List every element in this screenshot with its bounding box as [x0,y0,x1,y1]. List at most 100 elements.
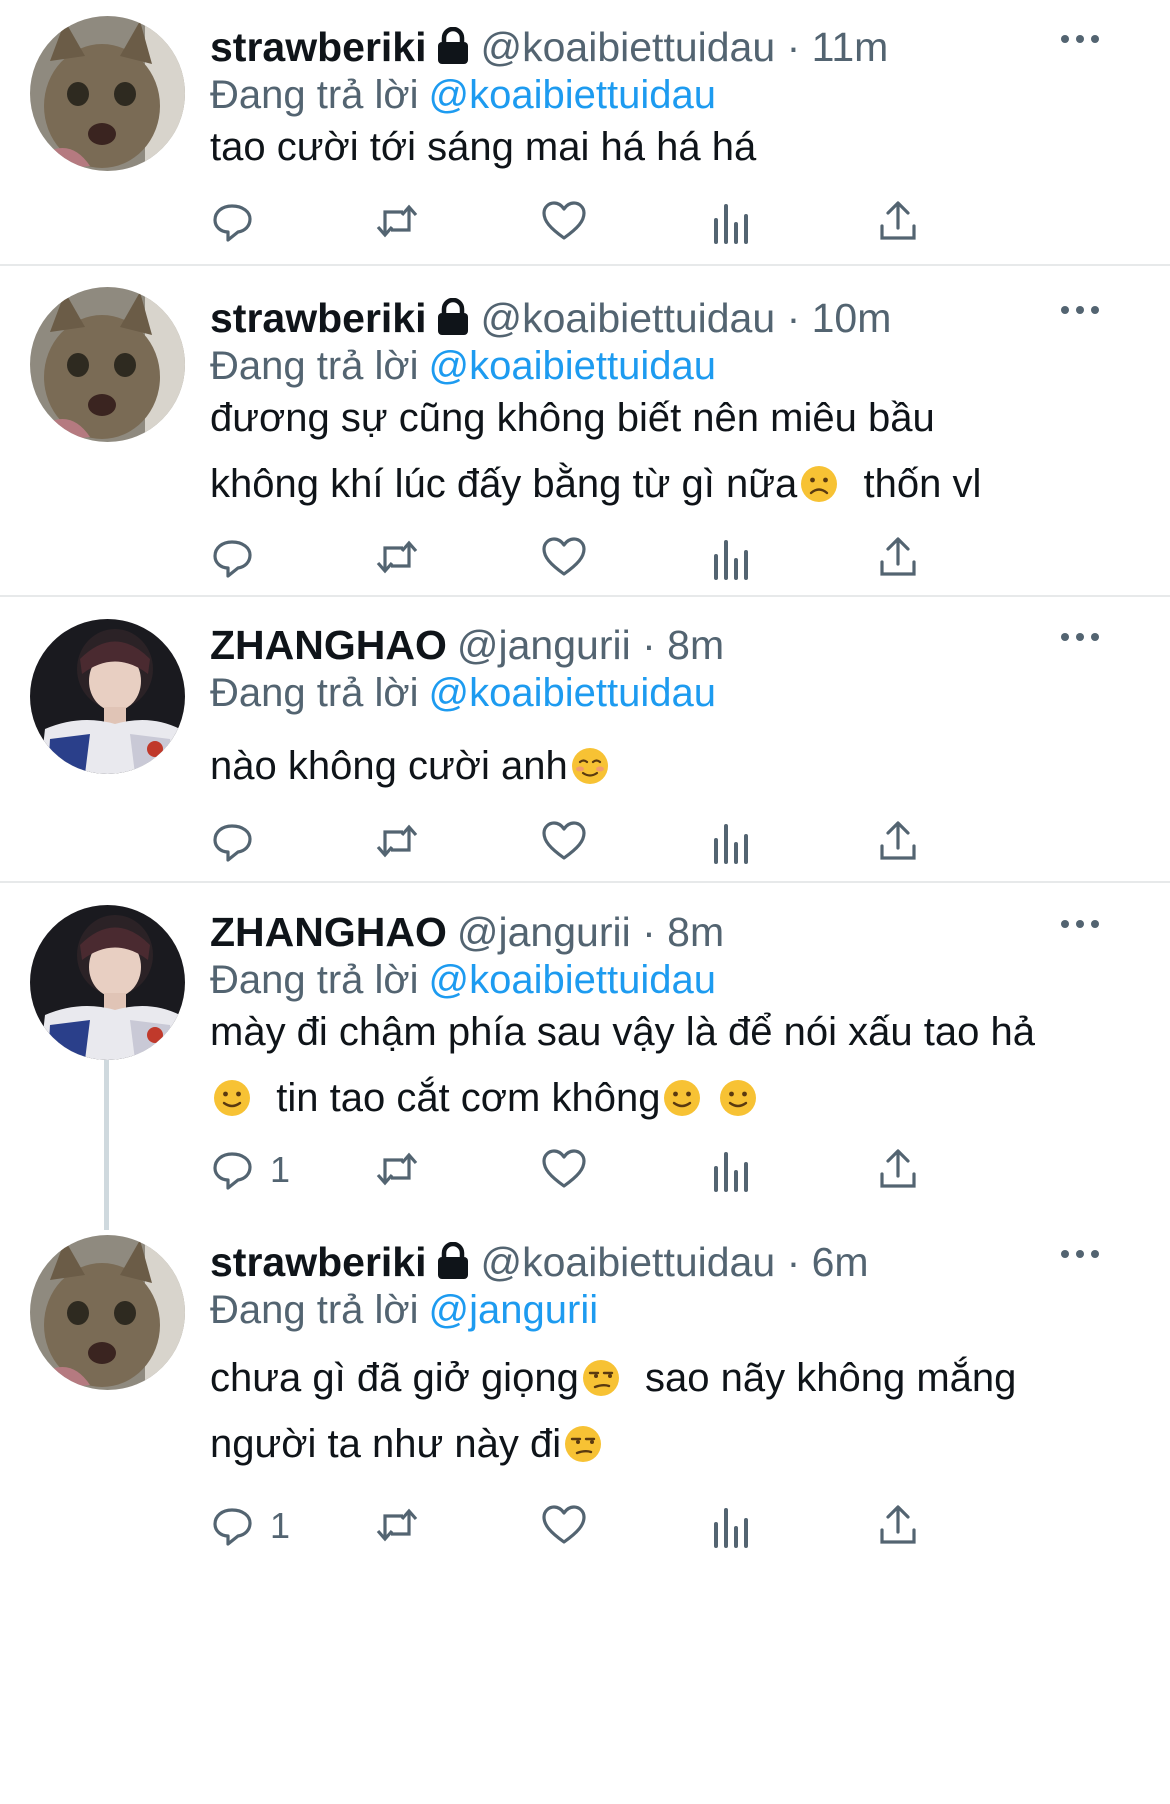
reply-count: 1 [270,1149,291,1190]
user-handle[interactable]: @jangurii [457,909,631,955]
timestamp[interactable]: 11m [812,24,889,70]
user-handle[interactable]: @koaibiettuidau [481,295,776,341]
tweet-4[interactable]: ZHANGHAO @jangurii · 8m Đang trả lời @koai… [0,883,1170,1223]
replying-to: Đang trả lời @koaibiettuidau [210,70,716,120]
mention-link[interactable]: @koaibiettuidau [429,958,716,1002]
tweet-text-segment: chưa gì đã giở giọng [210,1356,579,1400]
timestamp[interactable]: 8m [667,622,724,668]
views-button[interactable] [707,815,755,869]
tweet-text-segment: thốn vl [863,462,982,506]
tweet-text-segment: sao nãy không mắng [645,1356,1017,1400]
like-button[interactable] [540,1143,588,1197]
boy-avatar-image [30,905,185,1060]
tweet-1[interactable]: strawberiki @koaibiettuidau · 11m Đang tr… [0,0,1170,265]
retweet-button[interactable] [373,531,421,585]
tweet-text-segment: người ta như này đi [210,1422,562,1466]
display-name[interactable]: strawberiki [210,1239,427,1285]
display-name[interactable]: ZHANGHAO [210,909,447,955]
views-icon [714,824,748,864]
views-icon [714,1152,748,1192]
tweet-text-line: không khí lúc đấy bằng từ gì nữa thốn vl [210,451,981,517]
avatar[interactable] [30,287,185,442]
more-icon[interactable] [1058,622,1102,652]
like-button[interactable] [540,1499,588,1553]
like-button[interactable] [540,531,588,585]
tweet-text-segment: không khí lúc đấy bằng từ gì nữa [210,462,798,506]
share-button[interactable] [874,815,922,869]
tweet-header: ZHANGHAO @jangurii · 8m [210,907,724,957]
replying-to: Đang trả lời @koaibiettuidau [210,955,716,1005]
mention-link[interactable]: @jangurii [429,1288,599,1332]
lock-icon [437,1242,468,1279]
share-button[interactable] [874,1143,922,1197]
user-handle[interactable]: @koaibiettuidau [481,1239,776,1285]
more-icon[interactable] [1058,295,1102,325]
timestamp[interactable]: 10m [812,295,892,341]
views-button[interactable] [707,195,755,249]
reply-icon [213,1152,252,1190]
reply-icon [213,204,252,242]
unamused-face-emoji-icon [581,1358,621,1398]
more-icon[interactable] [1058,909,1102,939]
retweet-button[interactable] [373,1499,421,1553]
retweet-button[interactable] [373,1143,421,1197]
tweet-text-segment: tin tao cắt cơm không [276,1076,661,1120]
slight-smile-emoji-icon [718,1078,758,1118]
views-button[interactable] [707,531,755,585]
share-icon [880,1149,916,1188]
avatar[interactable] [30,1235,185,1390]
lock-icon [437,27,468,64]
views-button[interactable] [707,1499,755,1553]
share-button[interactable] [874,195,922,249]
user-handle[interactable]: @koaibiettuidau [481,24,776,70]
retweet-button[interactable] [373,195,421,249]
action-bar [210,531,1030,585]
replying-to-label: Đang trả lời [210,958,419,1002]
tweet-text-line: nào không cười anh [210,733,612,799]
display-name[interactable]: strawberiki [210,295,427,341]
display-name[interactable]: strawberiki [210,24,427,70]
tweet-3[interactable]: ZHANGHAO @jangurii · 8m Đang trả lời @koai… [0,597,1170,882]
tweet-text: chưa gì đã giở giọng sao nãy không mắng … [210,1345,1016,1477]
replying-to-label: Đang trả lời [210,73,419,117]
timestamp[interactable]: 8m [667,909,724,955]
share-icon [880,537,916,576]
tweet-5[interactable]: strawberiki @koaibiettuidau · 6m Đang trả… [0,1230,1170,1804]
reply-button[interactable]: 1 [210,1499,290,1553]
more-icon[interactable] [1058,1239,1102,1269]
avatar[interactable] [30,619,185,774]
mention-link[interactable]: @koaibiettuidau [429,73,716,117]
more-icon[interactable] [1058,24,1102,54]
reply-button[interactable] [210,815,270,869]
display-name[interactable]: ZHANGHAO [210,622,447,668]
tweet-text-line: tao cười tới sáng mai há há há [210,125,757,169]
replying-to: Đang trả lời @jangurii [210,1285,598,1335]
share-button[interactable] [874,531,922,585]
reply-button[interactable] [210,531,270,585]
avatar[interactable] [30,16,185,171]
tweet-text-line: người ta như này đi [210,1411,1016,1477]
mention-link[interactable]: @koaibiettuidau [429,344,716,388]
mention-link[interactable]: @koaibiettuidau [429,671,716,715]
avatar[interactable] [30,905,185,1060]
user-handle[interactable]: @jangurii [457,622,631,668]
cat-avatar-image [30,16,185,171]
separator-dot: · [642,622,656,668]
retweet-icon [376,540,418,574]
reply-button[interactable] [210,195,270,249]
tweet-header: strawberiki @koaibiettuidau · 6m [210,1237,869,1287]
share-button[interactable] [874,1499,922,1553]
replying-to: Đang trả lời @koaibiettuidau [210,341,716,391]
reply-button[interactable]: 1 [210,1143,290,1197]
replying-to-label: Đang trả lời [210,344,419,388]
retweet-button[interactable] [373,815,421,869]
like-button[interactable] [540,195,588,249]
like-icon [542,821,586,860]
like-icon [542,1149,586,1188]
slight-smile-emoji-icon [212,1078,252,1118]
like-button[interactable] [540,815,588,869]
action-bar: 1 [210,1143,1030,1197]
tweet-2[interactable]: strawberiki @koaibiettuidau · 10m Đang tr… [0,266,1170,596]
timestamp[interactable]: 6m [812,1239,869,1285]
views-button[interactable] [707,1143,755,1197]
